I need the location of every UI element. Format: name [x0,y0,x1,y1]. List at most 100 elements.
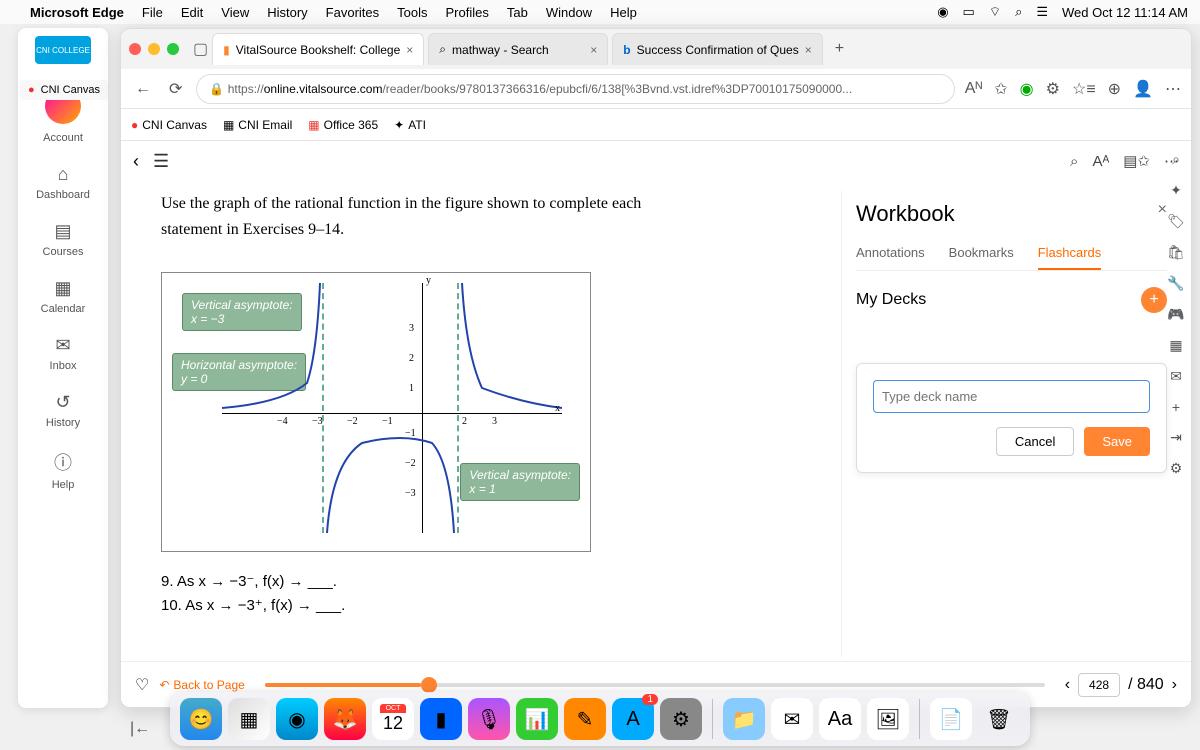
preview-icon[interactable]: 🖼 [867,698,909,740]
deck-name-input[interactable] [873,380,1150,413]
bookmark-ati[interactable]: ✦ATI [394,118,426,132]
tag-sidebar-icon[interactable]: 🏷 [1167,213,1185,230]
address-bar[interactable]: 🔒 https://online.vitalsource.com/reader/… [196,74,954,104]
menu-file[interactable]: File [142,5,163,20]
tab-success[interactable]: bSuccess Confirmation of Ques× [612,33,822,65]
extensions-icon[interactable]: ⚙ [1046,79,1060,99]
sidebar-item-help[interactable]: ⓘHelp [18,439,108,501]
tab-flashcards[interactable]: Flashcards [1038,245,1102,270]
new-tab-button[interactable]: + [827,40,852,58]
favorites-bar-icon[interactable]: ☆≡ [1072,79,1096,99]
sidebar-item-calendar[interactable]: ▦Calendar [18,268,108,325]
menu-window[interactable]: Window [546,5,592,20]
downloads-folder-icon[interactable]: 📁 [723,698,765,740]
appstore-icon[interactable]: A1 [612,698,654,740]
menu-tools[interactable]: Tools [397,5,427,20]
search-sidebar-icon[interactable]: ⌕ [1172,151,1180,168]
back-chevron-icon[interactable]: ‹ [133,151,139,172]
read-aloud-icon[interactable]: Aᴺ [965,80,983,98]
sidebar-item-history[interactable]: ↺History [18,382,108,439]
document-stack-icon[interactable]: 📄 [930,698,972,740]
close-tab-icon[interactable]: × [590,43,597,57]
battery-icon[interactable]: ▭ [963,4,975,20]
close-window-icon[interactable] [129,43,141,55]
bookmark-cni-email[interactable]: ▦CNI Email [223,118,292,132]
numbers-icon[interactable]: 📊 [516,698,558,740]
keynote-icon[interactable]: ▮ [420,698,462,740]
tab-vitalsource[interactable]: ▮VitalSource Bookshelf: College× [212,33,424,65]
prev-page-icon[interactable]: ‹ [1065,676,1070,694]
wifi-icon[interactable]: ⌔ [989,4,1001,20]
menubar-app[interactable]: Microsoft Edge [30,5,124,20]
games-sidebar-icon[interactable]: 🎮 [1167,306,1184,323]
control-center-icon[interactable]: ☰ [1036,4,1048,20]
page-slider[interactable] [265,683,1045,687]
minimize-window-icon[interactable] [148,43,160,55]
collections-icon[interactable]: ⊕ [1108,79,1121,99]
tools-sidebar-icon[interactable]: 🔧 [1167,275,1184,292]
back-to-page-button[interactable]: ↶Back to Page [159,678,244,692]
calendar-dock-icon[interactable]: OCT12 [372,698,414,740]
settings-sidebar-icon[interactable]: ⚙ [1170,460,1183,477]
text-size-icon[interactable]: Aᴬ [1092,153,1109,170]
cancel-button[interactable]: Cancel [996,427,1074,456]
menu-profiles[interactable]: Profiles [446,5,489,20]
sidebar-item-courses[interactable]: ▤Courses [18,211,108,268]
tab-mathway[interactable]: ⌕mathway - Search× [428,33,608,65]
refresh-button[interactable]: ⟳ [165,75,186,103]
toc-menu-icon[interactable]: ☰ [153,151,169,172]
maximize-window-icon[interactable] [167,43,179,55]
trash-icon[interactable]: 🗑 [978,698,1020,740]
menubar-datetime[interactable]: Wed Oct 12 11:14 AM [1062,5,1188,20]
expand-sidebar-icon[interactable]: ⇥ [1170,429,1182,446]
mail-dock-icon[interactable]: ✉ [771,698,813,740]
tab-bookmarks[interactable]: Bookmarks [949,245,1014,270]
grammarly-icon[interactable]: ◉ [937,4,948,20]
menu-history[interactable]: History [267,5,307,20]
cni-logo[interactable]: CNI COLLEGE [35,36,91,64]
launchpad-icon[interactable]: ▦ [228,698,270,740]
sidebar-item-dashboard[interactable]: ⌂Dashboard [18,154,108,211]
exercise-9: 9. As x → −3⁻, f(x) → ___. [161,572,701,590]
finder-icon[interactable]: 😊 [180,698,222,740]
menu-favorites[interactable]: Favorites [326,5,379,20]
podcast-icon[interactable]: 🎙 [468,698,510,740]
close-tab-icon[interactable]: × [805,43,812,57]
next-page-icon[interactable]: › [1172,676,1177,694]
collapse-nav-icon[interactable]: |← [130,720,150,738]
profile-icon[interactable]: 👤 [1133,79,1153,99]
favorite-star-icon[interactable]: ✩ [994,79,1007,99]
window-controls[interactable] [129,43,179,55]
save-button[interactable]: Save [1084,427,1150,456]
outlook-sidebar-icon[interactable]: ✉ [1170,368,1182,385]
menu-tab[interactable]: Tab [507,5,528,20]
search-icon[interactable]: ⌕ [1015,4,1022,20]
menu-view[interactable]: View [221,5,249,20]
bookmark-office365[interactable]: ▦Office 365 [308,118,378,132]
bookmark-outline-icon[interactable]: ♡ [135,675,149,695]
bookmark-cni-canvas[interactable]: ●CNI Canvas [131,118,207,132]
bookmark-reader-icon[interactable]: ▤✩ [1123,152,1150,170]
edge-dock-icon[interactable]: ◉ [276,698,318,740]
shopping-sidebar-icon[interactable]: 🛍 [1167,244,1185,261]
firefox-icon[interactable]: 🦊 [324,698,366,740]
sidebar-toggle-icon[interactable]: ▢ [193,39,208,59]
plus-sidebar-icon[interactable]: + [1172,399,1180,415]
office-sidebar-icon[interactable]: ▦ [1169,337,1182,354]
back-button[interactable]: ← [131,76,155,102]
dictionary-icon[interactable]: Aa [819,698,861,740]
grammarly-ext-icon[interactable]: ◉ [1020,79,1034,99]
close-tab-icon[interactable]: × [406,43,413,57]
page-number-input[interactable]: 428 [1078,673,1120,697]
sidebar-item-inbox[interactable]: ✉Inbox [18,325,108,382]
ai-sidebar-icon[interactable]: ✦ [1170,182,1182,199]
menu-help[interactable]: Help [610,5,637,20]
tab-annotations[interactable]: Annotations [856,245,925,270]
settings-dock-icon[interactable]: ⚙ [660,698,702,740]
pages-icon[interactable]: ✎ [564,698,606,740]
search-icon[interactable]: ⌕ [1070,153,1078,170]
slider-thumb[interactable] [421,677,437,693]
more-icon[interactable]: ⋯ [1165,79,1181,99]
menu-edit[interactable]: Edit [181,5,203,20]
label-dashboard: Dashboard [36,189,90,201]
